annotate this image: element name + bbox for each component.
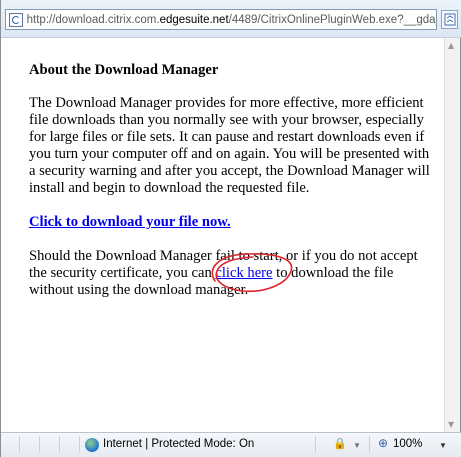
status-separator — [19, 436, 20, 453]
chevron-down-icon[interactable]: ▼ — [353, 441, 361, 450]
fallback-paragraph: Should the Download Manager fail to star… — [29, 248, 434, 299]
address-bar[interactable]: http://download.citrix.com.edgesuite.net… — [5, 9, 437, 30]
click-here-link[interactable]: click here — [215, 265, 272, 281]
scroll-up-arrow-icon[interactable]: ▲ — [448, 41, 454, 50]
status-separator — [39, 436, 40, 453]
circled-link-wrapper: click here — [212, 253, 293, 293]
document-body: About the Download Manager The Download … — [29, 62, 434, 316]
scroll-down-arrow-icon[interactable]: ▼ — [448, 420, 454, 429]
status-separator — [59, 436, 60, 453]
status-separator — [315, 436, 316, 453]
globe-icon — [85, 438, 99, 452]
vertical-scrollbar[interactable]: ▲ ▼ — [444, 38, 460, 432]
security-zone-label[interactable]: Internet | Protected Mode: On — [103, 438, 254, 450]
url-text[interactable]: http://download.citrix.com.edgesuite.net… — [27, 14, 436, 26]
compatibility-view-button[interactable] — [441, 10, 458, 29]
address-bar-row: http://download.citrix.com.edgesuite.net… — [1, 0, 461, 38]
download-file-link[interactable]: Click to download your file now. — [29, 214, 434, 231]
security-lock-icon[interactable]: 🔒 — [333, 437, 347, 450]
zoom-level[interactable]: 100% — [393, 438, 422, 450]
status-separator — [369, 436, 370, 453]
page-heading: About the Download Manager — [29, 62, 219, 78]
zoom-dropdown-icon[interactable]: ▼ — [439, 441, 447, 450]
description-paragraph: The Download Manager provides for more e… — [29, 95, 430, 196]
url-host: edgesuite.net — [159, 13, 229, 26]
status-separator — [79, 436, 80, 453]
browser-window: http://download.citrix.com.edgesuite.net… — [0, 0, 461, 457]
zoom-icon[interactable]: ⊕ — [378, 436, 388, 450]
page-icon — [9, 12, 23, 27]
url-prefix: http://download.citrix.com. — [26, 13, 160, 26]
status-bar: Internet | Protected Mode: On 🔒 ▼ ⊕ 100%… — [1, 432, 461, 457]
page-content: About the Download Manager The Download … — [2, 38, 444, 432]
url-suffix: /4489/CitrixOnlinePluginWeb.exe?__gda__ — [228, 13, 436, 26]
compatibility-view-icon — [444, 13, 456, 26]
